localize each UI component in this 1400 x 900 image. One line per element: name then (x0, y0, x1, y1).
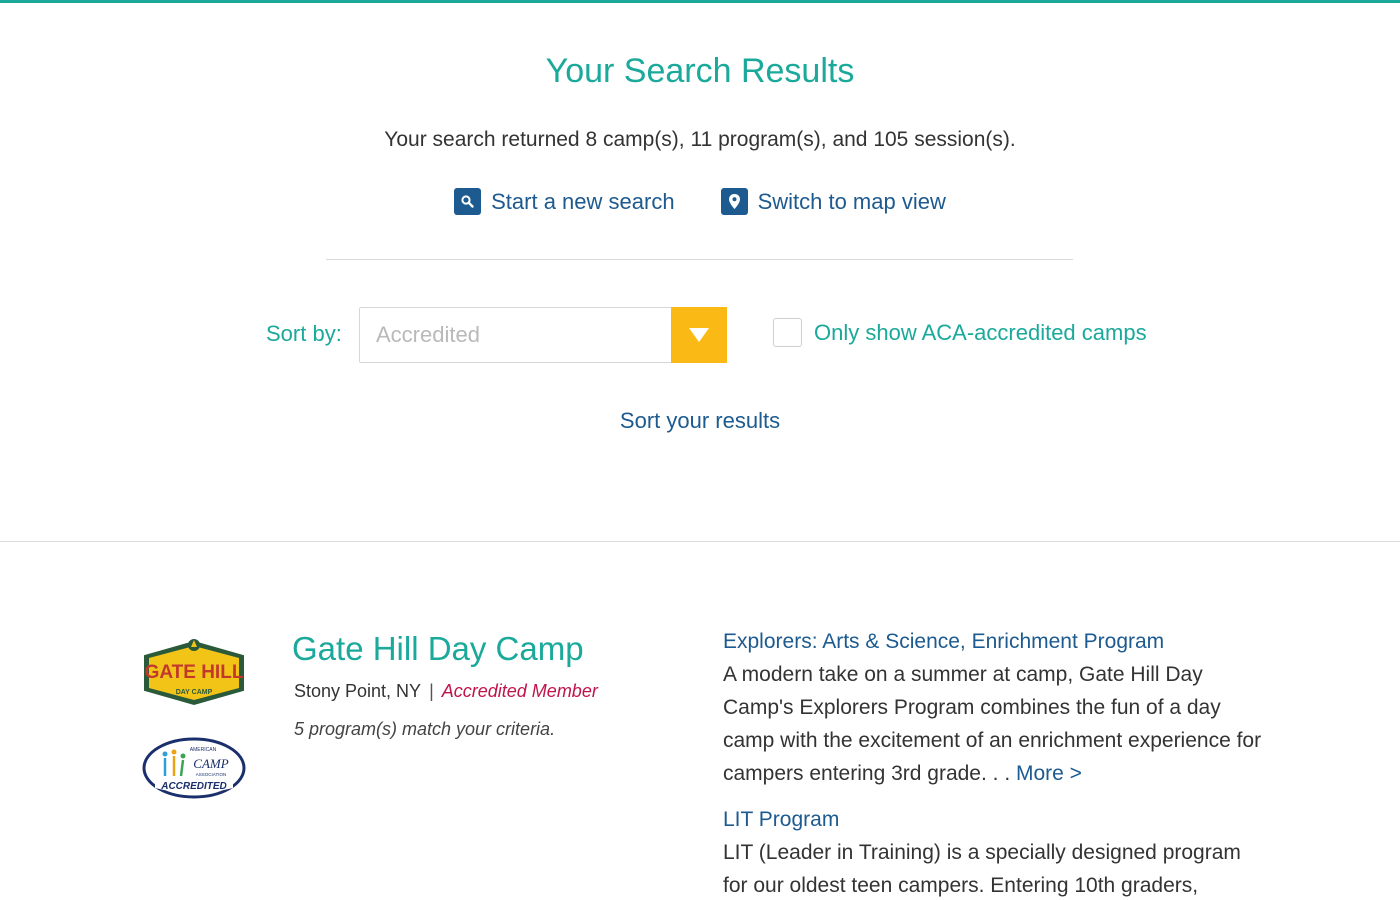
program-description: A modern take on a summer at camp, Gate … (723, 663, 1262, 785)
aca-accredited-badge: AMERICAN CAMP ASSOCIATION ACCREDITED (142, 737, 246, 799)
program-title-link[interactable]: LIT Program (723, 808, 1268, 832)
program-description: LIT (Leader in Training) is a specially … (723, 841, 1241, 897)
results-divider (0, 541, 1400, 542)
program-item: Explorers: Arts & Science, Enrichment Pr… (723, 630, 1268, 790)
camp-meta: Stony Point, NY | Accredited Member (294, 681, 598, 702)
svg-text:AMERICAN: AMERICAN (190, 747, 217, 753)
aca-filter[interactable]: Only show ACA-accredited camps (773, 318, 1147, 347)
aca-checkbox[interactable] (773, 318, 802, 347)
sort-label: Sort by: (266, 321, 342, 346)
sort-controls: Sort by: Accredited Only show ACA-accred… (0, 307, 1400, 363)
program-title-link[interactable]: Explorers: Arts & Science, Enrichment Pr… (723, 630, 1268, 654)
camp-location: Stony Point, NY (294, 681, 422, 701)
map-view-link[interactable]: Switch to map view (720, 188, 946, 215)
top-accent-bar (0, 0, 1400, 3)
camp-name-link[interactable]: Gate Hill Day Camp (292, 630, 584, 668)
aca-badge-text: ACCREDITED (160, 781, 227, 792)
meta-separator: | (429, 681, 434, 701)
camp-logo-text: GATE HILL (145, 662, 244, 683)
camp-logo[interactable]: GATE HILL DAY CAMP (141, 636, 247, 708)
map-pin-icon (720, 188, 748, 215)
member-status: Accredited Member (441, 681, 598, 701)
sort-select-toggle[interactable] (671, 307, 727, 363)
sort-select-value: Accredited (376, 322, 480, 347)
caret-down-icon (689, 328, 709, 342)
search-icon (454, 188, 482, 215)
search-actions: Start a new search Switch to map view (0, 188, 1400, 215)
header-divider (326, 259, 1073, 260)
results-summary: Your search returned 8 camp(s), 11 progr… (384, 128, 1016, 151)
match-count: 5 program(s) match your criteria. (294, 719, 556, 739)
program-more-link[interactable]: More > (1016, 762, 1082, 785)
aca-checkbox-label: Only show ACA-accredited camps (814, 319, 1147, 345)
svg-text:CAMP: CAMP (193, 756, 228, 771)
svg-text:ASSOCIATION: ASSOCIATION (196, 772, 226, 777)
new-search-label: Start a new search (491, 188, 675, 214)
camp-logo-subtext: DAY CAMP (176, 689, 213, 696)
sort-select[interactable]: Accredited (359, 307, 727, 363)
map-view-label: Switch to map view (757, 188, 946, 214)
program-list: Explorers: Arts & Science, Enrichment Pr… (723, 630, 1268, 900)
new-search-link[interactable]: Start a new search (454, 188, 675, 215)
sort-results-link[interactable]: Sort your results (0, 408, 1400, 434)
page-title: Your Search Results (545, 52, 855, 90)
program-item: LIT Program LIT (Leader in Training) is … (723, 808, 1268, 900)
